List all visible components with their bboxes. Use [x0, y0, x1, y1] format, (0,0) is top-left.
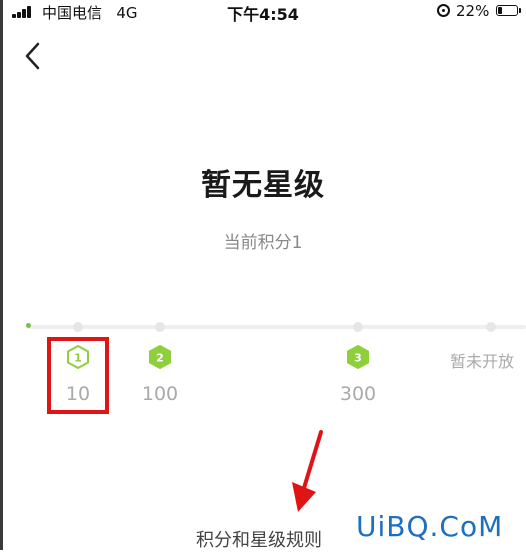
- progress-dot-level-3: [353, 322, 363, 332]
- annotation-highlight-box: [47, 337, 109, 414]
- level-2-badge-number: 2: [156, 352, 164, 365]
- back-button[interactable]: [20, 38, 50, 74]
- level-closed-label: 暂未开放: [450, 352, 515, 371]
- level-3-badge-icon: 3: [347, 345, 369, 369]
- current-points: 当前积分1: [223, 233, 303, 253]
- rotation-lock-icon: [437, 4, 450, 17]
- battery-percent: 22%: [456, 2, 490, 20]
- progress-start-dot: [26, 323, 31, 328]
- level-progress-track: [26, 325, 526, 329]
- watermark-logo: UiBQ.CoM: [356, 510, 504, 543]
- level-3-value: 300: [339, 383, 377, 405]
- chevron-left-icon: [25, 42, 40, 70]
- progress-dot-level-2: [155, 322, 165, 332]
- page-title: 暂无星级: [201, 168, 325, 203]
- battery-fill: [498, 7, 502, 14]
- level-2-badge-icon: 2: [149, 345, 171, 369]
- status-bar: 中国电信 4G 下午4:54 22%: [0, 0, 526, 24]
- battery-cap: [519, 8, 521, 13]
- battery-icon: [496, 5, 518, 16]
- level-2-value: 100: [141, 383, 179, 405]
- progress-dot-level-1: [73, 322, 83, 332]
- points-and-level-rules-link[interactable]: 积分和星级规则: [196, 526, 322, 552]
- annotation-arrow-icon: [292, 430, 323, 512]
- screen-edge: [0, 0, 3, 550]
- level-3-badge-number: 3: [354, 352, 362, 365]
- progress-dot-closed: [486, 322, 496, 332]
